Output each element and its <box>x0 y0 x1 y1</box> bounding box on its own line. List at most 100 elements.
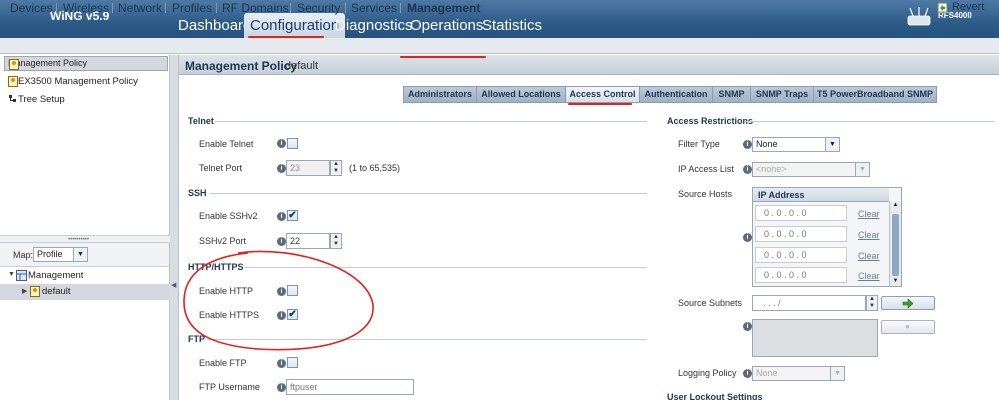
tree-item-tree-setup[interactable]: Tree Setup <box>4 92 168 108</box>
scroll-down-icon: ▼ <box>892 278 899 284</box>
pane-splitter[interactable]: •••••••••• <box>0 235 170 243</box>
remove-subnet-button[interactable]: ● <box>881 320 935 334</box>
subnav-separator <box>112 3 113 13</box>
host-ip-input[interactable]: 0 . 0 . 0 . 0 <box>755 205 847 221</box>
logging-policy-label: Logging Policy <box>678 368 737 378</box>
tab-snmp-traps[interactable]: SNMP Traps <box>751 87 814 102</box>
user-lockout-title: User Lockout Settings <box>667 392 763 400</box>
subnav-separator <box>400 3 401 13</box>
revert-icon <box>937 2 948 13</box>
ssh-section-title: SSH <box>188 188 207 198</box>
source-subnets-label: Source Subnets <box>678 298 743 308</box>
info-icon[interactable]: i <box>277 164 286 173</box>
tree-node-default[interactable]: ▶ default <box>0 284 170 300</box>
annotation-circle <box>183 250 374 351</box>
expand-right-icon: ▶ <box>22 288 28 295</box>
info-icon[interactable]: i <box>743 140 752 149</box>
subnav-devices[interactable]: Devices <box>10 1 53 15</box>
logging-policy-value: None <box>756 368 778 378</box>
filter-type-select[interactable]: None ▼ <box>752 137 840 152</box>
add-subnet-button[interactable] <box>881 296 935 310</box>
tab-statistics[interactable]: Statistics <box>476 13 548 38</box>
tab-snmp[interactable]: SNMP <box>713 87 751 102</box>
info-icon[interactable]: i <box>743 165 752 174</box>
source-subnets-list[interactable] <box>752 319 878 357</box>
access-restrictions-title: Access Restrictions <box>667 116 754 126</box>
ip-access-list-select[interactable]: <none> ▼ <box>752 162 870 177</box>
device-icon <box>907 7 931 26</box>
chevron-down-icon: ▼ <box>830 367 844 380</box>
host-clear-link[interactable]: Clear <box>858 209 880 219</box>
subnav-separator <box>290 3 291 13</box>
telnet-port-range: (1 to 65,535) <box>349 163 401 173</box>
enable-ftp-checkbox[interactable] <box>287 357 298 368</box>
enable-ftp-label: Enable FTP <box>199 358 247 368</box>
host-ip-input[interactable]: 0 . 0 . 0 . 0 <box>755 267 847 283</box>
source-subnet-input[interactable]: . . . / <box>752 295 866 311</box>
tab-authentication[interactable]: Authentication <box>640 87 713 102</box>
subnav-rf-domains[interactable]: RF Domains <box>222 1 289 15</box>
collapse-left-icon: ◀ <box>171 282 177 289</box>
tab-t5-powerbroadband-snmp[interactable]: T5 PowerBroadband SNMP <box>814 87 936 102</box>
subnav-management[interactable]: Management <box>407 1 480 15</box>
tab-allowed-locations[interactable]: Allowed Locations <box>477 87 566 102</box>
chevron-down-icon: ▼ <box>855 163 869 176</box>
map-toolbar: Map: Profile ▼ <box>0 243 170 267</box>
tree-node-label: default <box>42 286 71 297</box>
tab-administrators[interactable]: Administrators <box>404 87 477 102</box>
tree-node-label: Management <box>28 270 84 281</box>
grid-scrollbar[interactable]: ▲ ▼ <box>889 202 901 286</box>
tab-access-control[interactable]: Access Control <box>566 87 640 102</box>
host-clear-link[interactable]: Clear <box>858 251 880 261</box>
info-icon[interactable]: i <box>277 212 286 221</box>
scroll-thumb[interactable] <box>892 214 899 276</box>
filter-type-label: Filter Type <box>678 139 720 149</box>
annotation-underline <box>568 103 632 105</box>
ftp-username-label: FTP Username <box>199 382 260 392</box>
subnav-security[interactable]: Security <box>297 1 340 15</box>
info-icon[interactable]: i <box>743 322 752 331</box>
logging-policy-select[interactable]: None ▼ <box>752 366 845 381</box>
telnet-port-stepper[interactable]: ▲ ▼ <box>330 160 342 176</box>
ftp-username-input[interactable] <box>286 379 414 395</box>
subnav-services[interactable]: Services <box>351 1 397 15</box>
subnav-profiles[interactable]: Profiles <box>172 1 212 15</box>
info-icon[interactable]: i <box>743 233 752 242</box>
section-divider <box>215 121 647 122</box>
info-icon[interactable]: i <box>277 139 286 148</box>
tree-node-management[interactable]: ▼ Management <box>4 268 168 284</box>
chevron-down-icon: ▼ <box>825 138 839 151</box>
enable-sshv2-checkbox[interactable]: ✔ <box>287 210 298 221</box>
scroll-up-icon: ▲ <box>892 202 899 208</box>
host-ip-input[interactable]: 0 . 0 . 0 . 0 <box>755 226 847 242</box>
telnet-section-title: Telnet <box>188 116 214 126</box>
subnav-network[interactable]: Network <box>118 1 162 15</box>
info-icon[interactable]: i <box>277 383 286 392</box>
enable-telnet-checkbox[interactable] <box>287 138 298 149</box>
tree-setup-icon <box>8 94 18 105</box>
ip-access-list-value: <none> <box>756 164 787 174</box>
info-icon[interactable]: i <box>743 369 752 378</box>
host-ip-input[interactable]: 0 . 0 . 0 . 0 <box>755 247 847 263</box>
policy-icon <box>30 286 40 300</box>
subnav-separator <box>56 3 57 13</box>
section-divider <box>210 193 647 194</box>
subnav-separator <box>165 3 166 13</box>
source-hosts-label: Source Hosts <box>678 189 733 199</box>
host-clear-link[interactable]: Clear <box>858 230 880 240</box>
enable-sshv2-label: Enable SSHv2 <box>199 211 258 221</box>
tree-item-label: EX3500 Management Policy <box>18 76 138 87</box>
ip-access-list-label: IP Access List <box>678 164 734 174</box>
policy-icon <box>8 76 18 87</box>
subnav-wireless[interactable]: Wireless <box>63 1 109 15</box>
revert-button[interactable]: Revert <box>952 1 984 13</box>
host-clear-link[interactable]: Clear <box>858 271 880 281</box>
tree-item-ex3500-policy[interactable]: EX3500 Management Policy <box>4 74 168 90</box>
sub-navigation <box>0 38 999 54</box>
telnet-port-input[interactable]: 23 <box>286 160 330 176</box>
info-icon[interactable]: i <box>277 359 286 368</box>
subnet-stepper[interactable]: ▲ ▼ <box>866 295 878 311</box>
tree-item-management-policy[interactable]: Management Policy <box>4 56 168 71</box>
tree-item-label: Management Policy <box>8 58 88 68</box>
map-select[interactable]: Profile ▼ <box>33 247 88 262</box>
